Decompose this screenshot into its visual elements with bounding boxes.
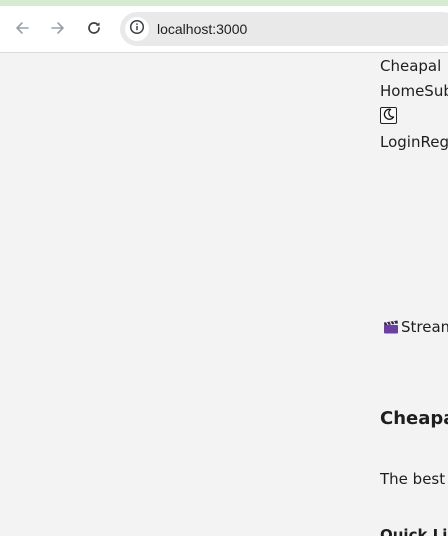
browser-toolbar: localhost:3000 [0,6,448,53]
moon-icon [382,107,395,125]
address-bar[interactable]: localhost:3000 [120,12,448,46]
footer-title: Cheapal [380,408,448,429]
forward-arrow-icon [50,20,66,36]
quick-links-heading: Quick Lin [380,526,448,536]
nav-links[interactable]: HomeSub [380,81,448,101]
theme-toggle-button[interactable] [380,107,397,124]
forward-button[interactable] [44,14,72,42]
clapper-board-icon [383,319,399,334]
auth-links[interactable]: LoginReg [380,132,448,152]
back-button[interactable] [8,14,36,42]
url-text[interactable]: localhost:3000 [157,20,247,38]
brand-link[interactable]: Cheapal [380,56,441,76]
reload-button[interactable] [80,14,108,42]
page-viewport: Cheapal HomeSub LoginReg Stream Cheapal … [0,53,448,536]
info-icon [129,19,145,40]
hero-text: Stream [401,318,448,336]
hero-banner: Stream [383,317,448,337]
back-arrow-icon [14,20,30,36]
footer-tagline: The best r [380,470,448,488]
reload-icon [86,20,102,36]
site-info-button[interactable] [125,17,149,41]
